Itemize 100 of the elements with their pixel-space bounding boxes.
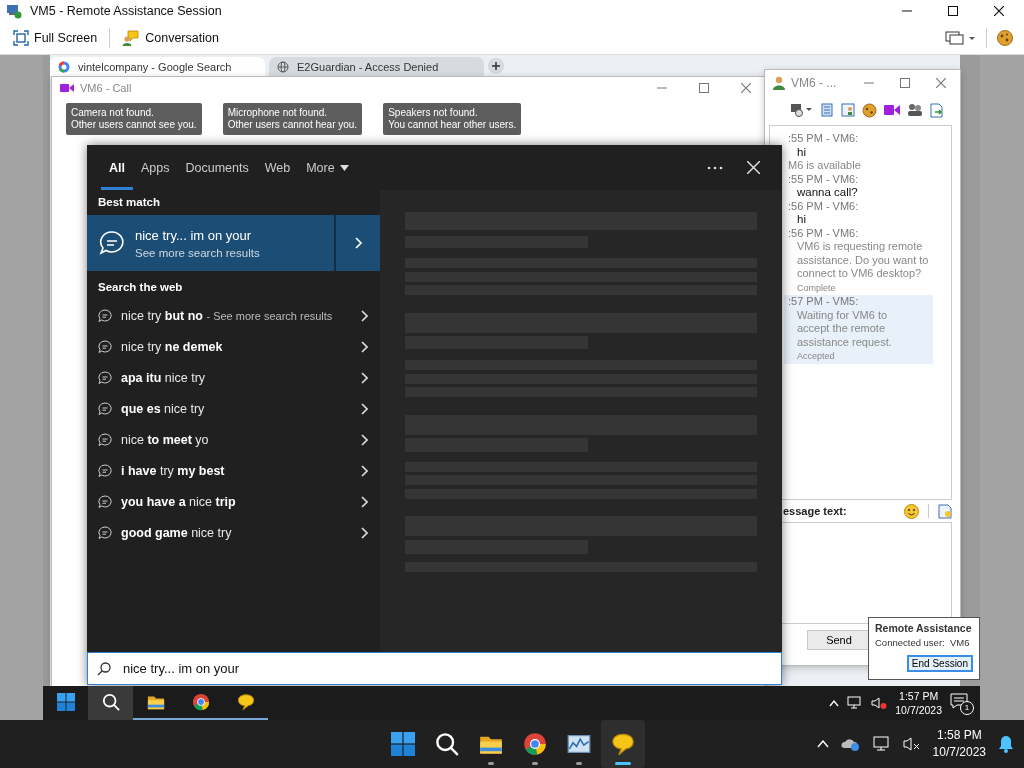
message-text: hi bbox=[796, 213, 807, 227]
video-camera-icon bbox=[60, 83, 74, 93]
filter-tab[interactable]: More bbox=[298, 145, 357, 190]
web-suggestion[interactable]: you have a nice trip bbox=[87, 486, 380, 517]
section-heading: Best match bbox=[97, 195, 161, 210]
web-suggestion[interactable]: nice try ne demek bbox=[87, 331, 380, 362]
windows-start-icon[interactable] bbox=[391, 732, 415, 756]
taskbar-button[interactable] bbox=[88, 686, 133, 720]
speech-bubble-icon[interactable] bbox=[236, 693, 255, 711]
full-screen-icon bbox=[13, 30, 29, 46]
chevron-right-icon bbox=[361, 464, 368, 477]
monitor-chart-icon[interactable] bbox=[567, 732, 591, 756]
contact-status-icon[interactable] bbox=[791, 103, 813, 117]
device-warning-tooltip: Camera not found. Other users cannot see you. bbox=[66, 103, 202, 135]
windows-start-icon[interactable] bbox=[56, 693, 75, 711]
cookie-icon[interactable] bbox=[862, 102, 877, 118]
message-text: hi bbox=[796, 145, 807, 159]
taskbar-button[interactable] bbox=[601, 720, 645, 768]
clock[interactable]: 1:58 PM 10/7/2023 bbox=[932, 727, 986, 761]
search-field[interactable]: nice try... im on your bbox=[87, 652, 782, 685]
speech-bubble-icon bbox=[98, 370, 112, 385]
search-icon[interactable] bbox=[101, 693, 120, 711]
end-session-button[interactable]: End Session bbox=[906, 655, 973, 672]
cookie-icon[interactable] bbox=[996, 29, 1014, 47]
notification-icon[interactable] bbox=[950, 693, 968, 709]
notes-icon[interactable] bbox=[820, 103, 834, 117]
chevron-up-icon[interactable] bbox=[816, 740, 829, 748]
notification-count: 1 bbox=[960, 701, 974, 715]
message-text: VM6 is requesting remote assistance. Do you want to connect to VM6 desktop? Complete bbox=[796, 240, 930, 295]
speaker-muted-icon[interactable] bbox=[902, 736, 921, 752]
message-label: essage text: bbox=[783, 505, 847, 517]
chevron-right-icon bbox=[361, 433, 368, 446]
display-menu-icon[interactable] bbox=[945, 30, 977, 46]
status-message: M6 is available bbox=[788, 159, 862, 173]
web-suggestion[interactable]: que es nice try bbox=[87, 393, 380, 424]
speech-bubble-icon bbox=[98, 432, 112, 447]
speech-bubble-icon bbox=[99, 230, 125, 256]
chevron-right-icon bbox=[361, 402, 368, 415]
users-icon[interactable] bbox=[907, 103, 923, 117]
speech-bubble-icon bbox=[98, 463, 112, 478]
format-icon[interactable] bbox=[938, 503, 952, 519]
device-warning-tooltip: Microphone not found. Other users cannot hear you. bbox=[222, 103, 363, 135]
chevron-right-icon bbox=[361, 526, 368, 539]
video-camera-icon[interactable] bbox=[884, 104, 900, 116]
filter-tab[interactable]: All bbox=[101, 145, 133, 190]
browser-tab[interactable]: vintelcompany - Google Search bbox=[50, 57, 265, 77]
speaker-muted-icon[interactable] bbox=[871, 696, 888, 710]
search-icon[interactable] bbox=[435, 732, 459, 756]
contact-card-icon[interactable] bbox=[841, 103, 855, 117]
full-screen-button[interactable]: Full Screen bbox=[10, 28, 101, 48]
remote-assistance-app-icon bbox=[6, 3, 22, 19]
message-header: :55 PM - VM6: bbox=[788, 132, 860, 146]
filter-tab[interactable]: Web bbox=[256, 145, 299, 190]
window-title: VM6 - ... bbox=[791, 75, 837, 90]
window-title: VM6 - Call bbox=[80, 82, 132, 94]
section-heading: Search the web bbox=[97, 280, 184, 295]
network-icon[interactable] bbox=[872, 736, 891, 752]
popup-title: Remote Assistance bbox=[875, 622, 973, 634]
browser-tab[interactable]: E2Guardian - Access Denied bbox=[269, 57, 484, 77]
chevron-up-icon[interactable] bbox=[829, 699, 840, 707]
result-title: nice try... im on your bbox=[135, 227, 253, 243]
speech-bubble-icon[interactable] bbox=[611, 732, 635, 756]
web-suggestion[interactable]: i have try my best bbox=[87, 455, 380, 486]
message-text: wanna call? bbox=[796, 186, 859, 200]
message-header: :57 PM - VM5: bbox=[788, 295, 860, 309]
web-suggestion[interactable]: nice try but no - See more search results bbox=[87, 300, 380, 331]
best-match-result[interactable]: nice try... im on your See more search results bbox=[87, 215, 380, 271]
filter-tab[interactable]: Documents bbox=[177, 145, 257, 190]
message-text: Waiting for VM6 to accept the remote assistance request. Accepted bbox=[796, 308, 893, 363]
more-options-icon[interactable] bbox=[707, 165, 723, 170]
message-header: :55 PM - VM6: bbox=[788, 172, 860, 186]
filter-tab[interactable]: Apps bbox=[133, 145, 178, 190]
favicon-icon bbox=[58, 61, 70, 73]
clock[interactable]: 1:57 PM 10/7/2023 bbox=[895, 689, 942, 717]
browser-icon[interactable] bbox=[191, 693, 210, 711]
connection-status: Connected user: VM6 bbox=[875, 637, 971, 648]
smiley-icon[interactable] bbox=[904, 503, 919, 519]
web-suggestion[interactable]: nice to meet yo bbox=[87, 424, 380, 455]
speech-bubble-icon bbox=[98, 494, 112, 509]
bell-icon[interactable] bbox=[998, 735, 1014, 753]
device-warning-tooltip: Speakers not found. You cannot hear other users. bbox=[383, 103, 522, 135]
chevron-right-icon bbox=[361, 371, 368, 384]
chevron-right-icon bbox=[361, 340, 368, 353]
cloud-info-icon[interactable] bbox=[840, 736, 861, 752]
chevron-right-icon bbox=[361, 309, 368, 322]
message-header: :56 PM - VM6: bbox=[788, 199, 860, 213]
caret-icon bbox=[339, 164, 349, 171]
export-icon[interactable] bbox=[930, 102, 944, 118]
chevron-right-icon[interactable] bbox=[354, 237, 362, 249]
speech-bubble-icon bbox=[98, 525, 112, 540]
message-header: :56 PM - VM6: bbox=[788, 226, 860, 240]
send-button[interactable]: Send bbox=[807, 630, 871, 650]
speech-bubble-icon bbox=[98, 339, 112, 354]
conversation-button[interactable]: Conversation bbox=[119, 28, 222, 48]
browser-icon[interactable] bbox=[523, 732, 547, 756]
close-icon[interactable] bbox=[994, 6, 1004, 16]
web-suggestion[interactable]: good game nice try bbox=[87, 517, 380, 548]
network-icon[interactable] bbox=[847, 696, 864, 710]
web-suggestion[interactable]: apa itu nice try bbox=[87, 362, 380, 393]
maximize-icon[interactable] bbox=[948, 6, 958, 16]
